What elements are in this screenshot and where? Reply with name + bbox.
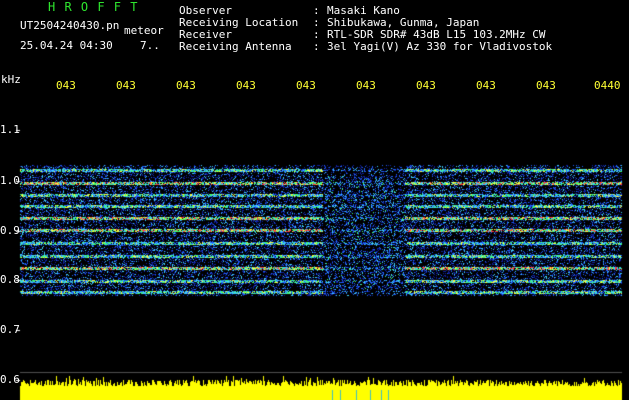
time-tick: 043 <box>296 79 316 92</box>
field-value-antenna: 3el Yagi(V) Az 330 for Vladivostok <box>327 40 553 53</box>
brand-title: H R O F F T <box>48 0 139 14</box>
time-tick: 043 <box>176 79 196 92</box>
y-tick-0.6: 0.6 <box>0 373 20 386</box>
time-tick: 043 <box>536 79 556 92</box>
y-tick-1.0: 1.0 <box>0 174 20 187</box>
y-tick-1.1: 1.1 <box>0 123 20 136</box>
y-axis-unit: kHz <box>1 73 21 86</box>
time-tick: 043 <box>56 79 76 92</box>
spectrogram-canvas <box>0 0 629 400</box>
kind-label: meteor <box>124 24 164 37</box>
field-label-antenna: Receiving Antenna <box>179 40 292 53</box>
time-tick: 043 <box>116 79 136 92</box>
y-tick-0.8: 0.8 <box>0 273 20 286</box>
count: 7.. <box>140 39 160 52</box>
y-tick-0.7: 0.7 <box>0 323 20 336</box>
time-tick: 043 <box>356 79 376 92</box>
time-tick: 043 <box>416 79 436 92</box>
time-tick: 043 <box>236 79 256 92</box>
filename: UT2504240430.pn <box>20 19 120 32</box>
field-sep-antenna: : <box>313 40 320 53</box>
y-tick-0.9: 0.9 <box>0 224 20 237</box>
time-tick: 0440 <box>594 79 621 92</box>
datetime: 25.04.24 04:30 <box>20 39 113 52</box>
time-tick: 043 <box>476 79 496 92</box>
